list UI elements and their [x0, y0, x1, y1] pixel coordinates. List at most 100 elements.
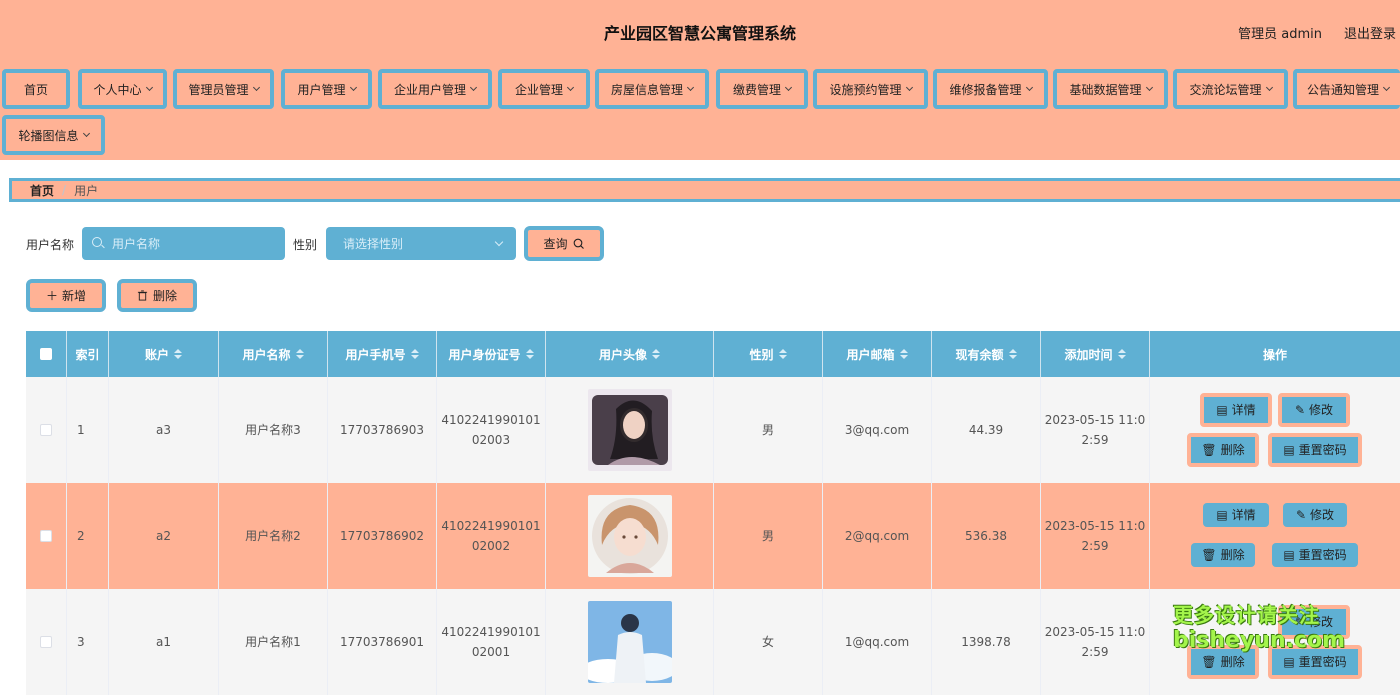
chevron-down-icon: [1382, 83, 1391, 92]
document-icon: ▤: [1283, 655, 1295, 669]
add-button[interactable]: ＋ 新增: [26, 279, 106, 312]
nav-item-payment[interactable]: 缴费管理: [716, 69, 808, 109]
row-checkbox[interactable]: [40, 530, 52, 542]
col-actions: 操作: [1262, 347, 1287, 362]
trash-icon: 🗑: [1201, 548, 1217, 562]
nav-item-housing[interactable]: 房屋信息管理: [595, 69, 709, 109]
logout-link[interactable]: 退出登录: [1344, 23, 1396, 42]
name-search-input[interactable]: [82, 227, 285, 260]
cell-gender: 男: [714, 483, 823, 589]
edit-button[interactable]: ✎ 修改: [1278, 393, 1350, 427]
select-all-checkbox[interactable]: [40, 348, 52, 360]
breadcrumb-home[interactable]: 首页: [30, 182, 54, 199]
edit-button[interactable]: ✎ 修改: [1283, 503, 1347, 527]
breadcrumb-current: 用户: [74, 183, 99, 198]
name-filter-label: 用户名称: [26, 238, 75, 252]
nav-item-personal[interactable]: 个人中心: [78, 69, 167, 109]
chevron-down-icon: [1025, 83, 1033, 92]
chevron-down-icon: [566, 83, 575, 92]
chevron-down-icon: [349, 83, 357, 92]
cell-account: a2: [109, 483, 219, 589]
cell-balance: 44.39: [932, 377, 1041, 483]
chevron-down-icon: [494, 237, 504, 247]
nav-item-repair[interactable]: 维修报备管理: [933, 69, 1048, 109]
document-icon: ▤: [1216, 508, 1228, 522]
plus-icon: ＋: [45, 289, 58, 303]
nav-item-users[interactable]: 用户管理: [281, 69, 372, 109]
watermark-line2: bisheyun.com: [1173, 628, 1346, 653]
nav-item-notice[interactable]: 公告通知管理: [1293, 69, 1400, 109]
nav-item-facility-booking[interactable]: 设施预约管理: [813, 69, 928, 109]
trash-icon: 🗑: [1201, 655, 1217, 669]
sort-icon[interactable]: [778, 349, 787, 359]
col-account[interactable]: 账户: [109, 331, 219, 377]
detail-button[interactable]: ▤ 详情: [1200, 393, 1272, 427]
cell-index: 3: [67, 589, 109, 695]
chevron-down-icon: [1145, 83, 1153, 92]
cell-actions: ▤ 详情 ✎ 修改 🗑 删除 ▤ 重置密码: [1150, 483, 1400, 589]
nav-item-enterprise[interactable]: 企业管理: [498, 69, 590, 109]
gender-select[interactable]: 请选择性别: [326, 227, 516, 260]
chevron-down-icon: [686, 83, 695, 92]
col-index: 索引: [67, 331, 109, 377]
chevron-down-icon: [145, 83, 153, 92]
cell-id-number: 4102241990101 02002: [437, 483, 546, 589]
cell-name: 用户名称1: [219, 589, 328, 695]
breadcrumb-separator: /: [62, 183, 67, 197]
sort-icon[interactable]: [525, 349, 534, 359]
cell-balance: 536.38: [932, 483, 1041, 589]
cell-phone: 17703786903: [328, 377, 437, 483]
cell-gender: 男: [714, 377, 823, 483]
col-name[interactable]: 用户名称: [219, 331, 328, 377]
col-gender[interactable]: 性别: [714, 331, 823, 377]
gender-filter-label: 性别: [293, 238, 318, 252]
chevron-down-icon: [784, 83, 793, 92]
top-header: 产业园区智慧公寓管理系统 管理员 admin 退出登录: [0, 0, 1400, 64]
reset-password-button[interactable]: ▤ 重置密码: [1268, 433, 1362, 467]
nav-item-home[interactable]: 首页: [2, 69, 70, 109]
delete-button[interactable]: 🗑 删除: [1191, 543, 1255, 567]
cell-added-time: 2023-05-15 11:0 2:59: [1041, 483, 1150, 589]
col-email[interactable]: 用户邮箱: [823, 331, 932, 377]
trash-icon: 🗑: [1201, 443, 1217, 457]
chevron-down-icon: [252, 83, 260, 92]
nav-item-forum[interactable]: 交流论坛管理: [1173, 69, 1288, 109]
user-avatar: [587, 601, 672, 683]
sort-icon[interactable]: [899, 349, 908, 359]
batch-delete-label: 删除: [152, 289, 177, 303]
reset-password-button[interactable]: ▤ 重置密码: [1272, 543, 1358, 567]
cell-phone: 17703786901: [328, 589, 437, 695]
nav-item-base-data[interactable]: 基础数据管理: [1053, 69, 1168, 109]
sort-icon[interactable]: [410, 349, 419, 359]
sort-icon[interactable]: [652, 349, 660, 359]
cell-added-time: 2023-05-15 11:0 2:59: [1041, 377, 1150, 483]
row-checkbox[interactable]: [40, 636, 52, 648]
chevron-down-icon: [469, 83, 478, 92]
nav-item-carousel[interactable]: 轮播图信息: [2, 115, 105, 155]
document-icon: ▤: [1283, 443, 1295, 457]
detail-button[interactable]: ▤ 详情: [1203, 503, 1269, 527]
row-checkbox[interactable]: [40, 424, 52, 436]
system-title: 产业园区智慧公寓管理系统: [603, 24, 796, 43]
document-icon: ▤: [1216, 403, 1228, 417]
col-avatar[interactable]: 用户头像: [546, 331, 714, 377]
sort-icon[interactable]: [174, 349, 182, 359]
search-icon: [92, 237, 102, 247]
cell-email: 1@qq.com: [823, 589, 932, 695]
nav-item-enterprise-users[interactable]: 企业用户管理: [378, 69, 492, 109]
cell-account: a3: [109, 377, 219, 483]
col-phone[interactable]: 用户手机号: [328, 331, 437, 377]
cell-index: 1: [67, 377, 109, 483]
nav-item-admin[interactable]: 管理员管理: [173, 69, 274, 109]
query-button-label: 查询: [543, 237, 568, 251]
search-icon: [573, 238, 584, 249]
sort-icon[interactable]: [295, 349, 304, 359]
col-balance[interactable]: 现有余额: [932, 331, 1041, 377]
col-id-number[interactable]: 用户身份证号: [437, 331, 546, 377]
delete-button[interactable]: 🗑 删除: [1187, 433, 1259, 467]
query-button[interactable]: 查询: [524, 226, 604, 261]
col-added-time[interactable]: 添加时间: [1041, 331, 1150, 377]
sort-icon[interactable]: [1117, 349, 1126, 359]
batch-delete-button[interactable]: 删除: [117, 279, 197, 312]
sort-icon[interactable]: [1008, 349, 1017, 359]
